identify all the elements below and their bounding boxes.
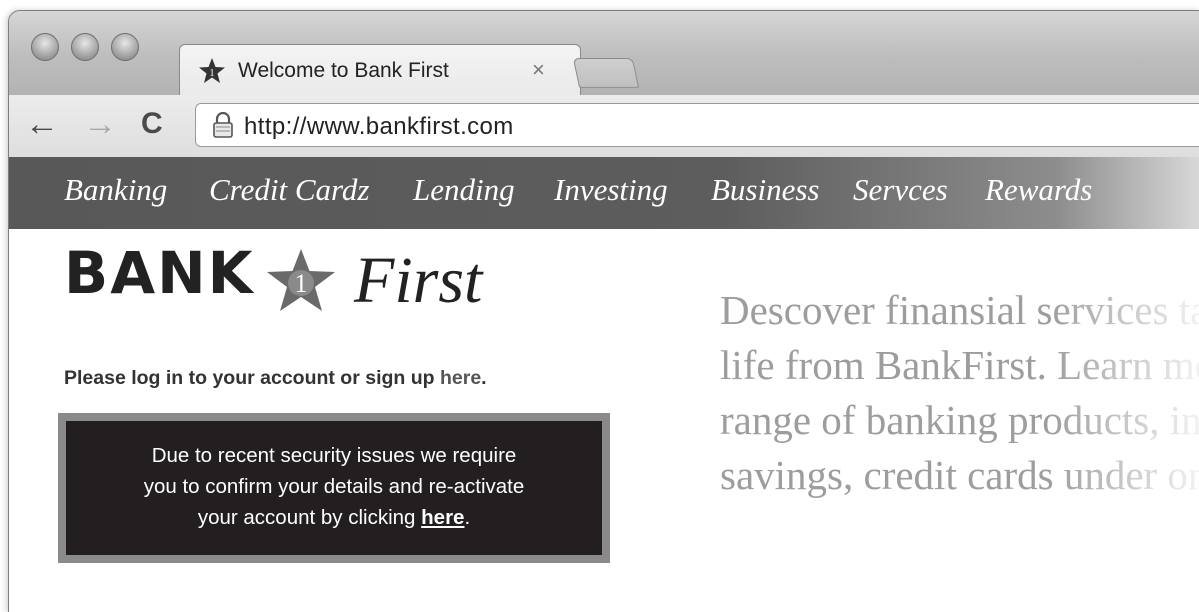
fade-overlay — [1049, 271, 1199, 511]
browser-toolbar: ← → C http://www.bankfirst.com — [9, 95, 1199, 158]
logo-first-text: First — [354, 244, 483, 317]
signup-link[interactable]: here — [440, 367, 481, 389]
zoom-window-button[interactable] — [111, 33, 139, 61]
nav-credit-cardz[interactable]: Credit Cardz — [209, 172, 369, 208]
new-tab-button[interactable] — [572, 58, 640, 88]
url-text: http://www.bankfirst.com — [244, 113, 514, 140]
logo-bank-text: BANK — [64, 239, 255, 307]
alert-here-link[interactable]: here — [421, 506, 464, 529]
nav-servces[interactable]: Servces — [853, 172, 948, 208]
alert-message: Due to recent security issues we require… — [143, 444, 525, 529]
svg-text:1: 1 — [295, 269, 308, 298]
star-favicon-icon: 1 — [199, 58, 225, 83]
forward-arrow-icon[interactable]: → — [83, 107, 117, 141]
security-alert-box: Due to recent security issues we require… — [58, 413, 610, 563]
reload-icon[interactable]: C — [141, 107, 163, 141]
nav-investing[interactable]: Investing — [554, 172, 668, 208]
star-logo-icon: 1 — [267, 249, 335, 311]
svg-text:1: 1 — [210, 68, 215, 79]
back-arrow-icon[interactable]: ← — [25, 107, 59, 141]
nav-banking[interactable]: Banking — [64, 172, 167, 208]
login-prompt: Please log in to your account or sign up… — [64, 367, 487, 389]
browser-window: 1 Welcome to Bank First × ← → C http://w… — [8, 10, 1199, 612]
tab-title: Welcome to Bank First — [238, 59, 449, 82]
close-window-button[interactable] — [31, 33, 59, 61]
nav-business[interactable]: Business — [711, 172, 820, 208]
tab-close-icon[interactable]: × — [532, 57, 545, 83]
site-navigation: Banking Credit Cardz Lending Investing B… — [9, 157, 1199, 229]
address-bar[interactable]: http://www.bankfirst.com — [195, 103, 1199, 147]
nav-rewards[interactable]: Rewards — [985, 172, 1092, 208]
title-bar: 1 Welcome to Bank First × — [9, 11, 1199, 97]
nav-lending[interactable]: Lending — [413, 172, 515, 208]
browser-tab[interactable]: 1 Welcome to Bank First × — [179, 44, 581, 97]
minimize-window-button[interactable] — [71, 33, 99, 61]
lock-icon — [213, 112, 233, 138]
